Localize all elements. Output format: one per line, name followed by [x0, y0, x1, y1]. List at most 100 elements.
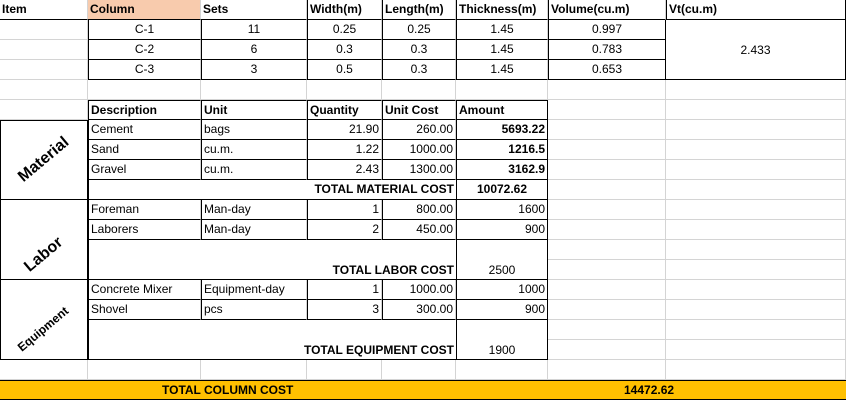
cell-empty[interactable]: [548, 280, 666, 300]
cell-length[interactable]: 0.25: [382, 20, 456, 40]
cell-empty[interactable]: [0, 60, 88, 80]
cell-empty[interactable]: [0, 360, 88, 380]
cell-description[interactable]: Sand: [88, 140, 201, 160]
cell-unit[interactable]: cu.m.: [201, 140, 307, 160]
cell-empty[interactable]: [548, 140, 666, 160]
cost-header-unit[interactable]: Unit: [201, 100, 307, 120]
cell-description[interactable]: Gravel: [88, 160, 201, 180]
cell-empty[interactable]: [382, 80, 456, 100]
header-thickness[interactable]: Thickness(m): [456, 0, 548, 20]
cell-unit[interactable]: pcs: [201, 300, 307, 320]
cell-quantity[interactable]: 1: [307, 280, 382, 300]
cell-unit[interactable]: Equipment-day: [201, 280, 307, 300]
cell-quantity[interactable]: 3: [307, 300, 382, 320]
cell-amount[interactable]: 900: [456, 220, 548, 240]
cell-unit-cost[interactable]: 1000.00: [382, 280, 456, 300]
material-total-value[interactable]: 10072.62: [456, 180, 548, 200]
cell-sets[interactable]: 6: [201, 40, 307, 60]
cell-empty[interactable]: [0, 80, 88, 100]
cell-empty[interactable]: [456, 360, 548, 380]
cell-volume[interactable]: 0.997: [548, 20, 666, 40]
cell-empty[interactable]: [307, 80, 382, 100]
cell-thickness[interactable]: 1.45: [456, 60, 548, 80]
cell-empty[interactable]: [666, 100, 846, 120]
cell-amount[interactable]: 1216.5: [456, 140, 548, 160]
cell-empty[interactable]: [548, 320, 666, 340]
cell-empty[interactable]: [666, 220, 846, 240]
cell-unit-cost[interactable]: 450.00: [382, 220, 456, 240]
cell-empty[interactable]: [666, 360, 846, 380]
cell-unit-cost[interactable]: 300.00: [382, 300, 456, 320]
cell-amount[interactable]: 1000: [456, 280, 548, 300]
cell-quantity[interactable]: 2: [307, 220, 382, 240]
cell-amount[interactable]: 3162.9: [456, 160, 548, 180]
equipment-total-value[interactable]: 1900: [456, 320, 548, 360]
cell-empty[interactable]: [548, 200, 666, 220]
cell-empty[interactable]: [382, 360, 456, 380]
cell-sets[interactable]: 3: [201, 60, 307, 80]
cell-quantity[interactable]: 1.22: [307, 140, 382, 160]
cell-empty[interactable]: [0, 40, 88, 60]
cell-empty[interactable]: [666, 340, 846, 360]
material-total-label[interactable]: TOTAL MATERIAL COST: [88, 180, 456, 200]
cell-empty[interactable]: [666, 260, 846, 280]
cell-unit[interactable]: cu.m.: [201, 160, 307, 180]
cell-amount[interactable]: 5693.22: [456, 120, 548, 140]
cell-empty[interactable]: [666, 180, 846, 200]
cell-empty[interactable]: [666, 240, 846, 260]
cell-empty[interactable]: [666, 280, 846, 300]
cell-description[interactable]: Concrete Mixer: [88, 280, 201, 300]
cell-empty[interactable]: [201, 360, 307, 380]
equipment-total-label[interactable]: TOTAL EQUIPMENT COST: [88, 320, 456, 360]
cell-width[interactable]: 0.5: [307, 60, 382, 80]
header-column[interactable]: Column: [88, 0, 201, 20]
cell-length[interactable]: 0.3: [382, 60, 456, 80]
cell-unit-cost[interactable]: 1000.00: [382, 140, 456, 160]
cell-description[interactable]: Cement: [88, 120, 201, 140]
header-volume[interactable]: Volume(cu.m): [548, 0, 666, 20]
labor-total-value[interactable]: 2500: [456, 240, 548, 280]
group-material-cell[interactable]: Material: [0, 120, 88, 200]
header-sets[interactable]: Sets: [201, 0, 307, 20]
cell-volume[interactable]: 0.653: [548, 60, 666, 80]
cell-unit-cost[interactable]: 1300.00: [382, 160, 456, 180]
cell-empty[interactable]: [548, 220, 666, 240]
cell-empty[interactable]: [88, 80, 201, 100]
cell-empty[interactable]: [88, 360, 201, 380]
cell-empty[interactable]: [548, 300, 666, 320]
cell-empty[interactable]: [548, 340, 666, 360]
cell-amount[interactable]: 1600: [456, 200, 548, 220]
cell-empty[interactable]: [666, 300, 846, 320]
cell-empty[interactable]: [201, 80, 307, 100]
cost-header-unit-cost[interactable]: Unit Cost: [382, 100, 456, 120]
cell-unit-cost[interactable]: 260.00: [382, 120, 456, 140]
cell-empty[interactable]: [548, 360, 666, 380]
cost-header-quantity[interactable]: Quantity: [307, 100, 382, 120]
cell-empty[interactable]: [666, 160, 846, 180]
cell-empty[interactable]: [666, 200, 846, 220]
cell-unit[interactable]: bags: [201, 120, 307, 140]
group-labor-cell[interactable]: Labor: [0, 200, 88, 280]
cell-column[interactable]: C-3: [88, 60, 201, 80]
cell-volume[interactable]: 0.783: [548, 40, 666, 60]
cell-description[interactable]: Foreman: [88, 200, 201, 220]
cell-width[interactable]: 0.3: [307, 40, 382, 60]
cell-empty[interactable]: [0, 20, 88, 40]
cell-empty[interactable]: [548, 240, 666, 260]
labor-total-label[interactable]: TOTAL LABOR COST: [88, 240, 456, 280]
header-length[interactable]: Length(m): [382, 0, 456, 20]
cell-quantity[interactable]: 21.90: [307, 120, 382, 140]
cell-amount[interactable]: 900: [456, 300, 548, 320]
cost-header-amount[interactable]: Amount: [456, 100, 548, 120]
cell-empty[interactable]: [548, 100, 666, 120]
cell-length[interactable]: 0.3: [382, 40, 456, 60]
header-width[interactable]: Width(m): [307, 0, 382, 20]
cell-thickness[interactable]: 1.45: [456, 20, 548, 40]
cell-unit-cost[interactable]: 800.00: [382, 200, 456, 220]
cell-empty[interactable]: [548, 80, 666, 100]
grand-total-row[interactable]: TOTAL COLUMN COST 14472.62: [0, 380, 846, 400]
cell-unit[interactable]: Man-day: [201, 220, 307, 240]
cell-empty[interactable]: [548, 120, 666, 140]
cell-empty[interactable]: [666, 120, 846, 140]
cell-empty[interactable]: [548, 160, 666, 180]
